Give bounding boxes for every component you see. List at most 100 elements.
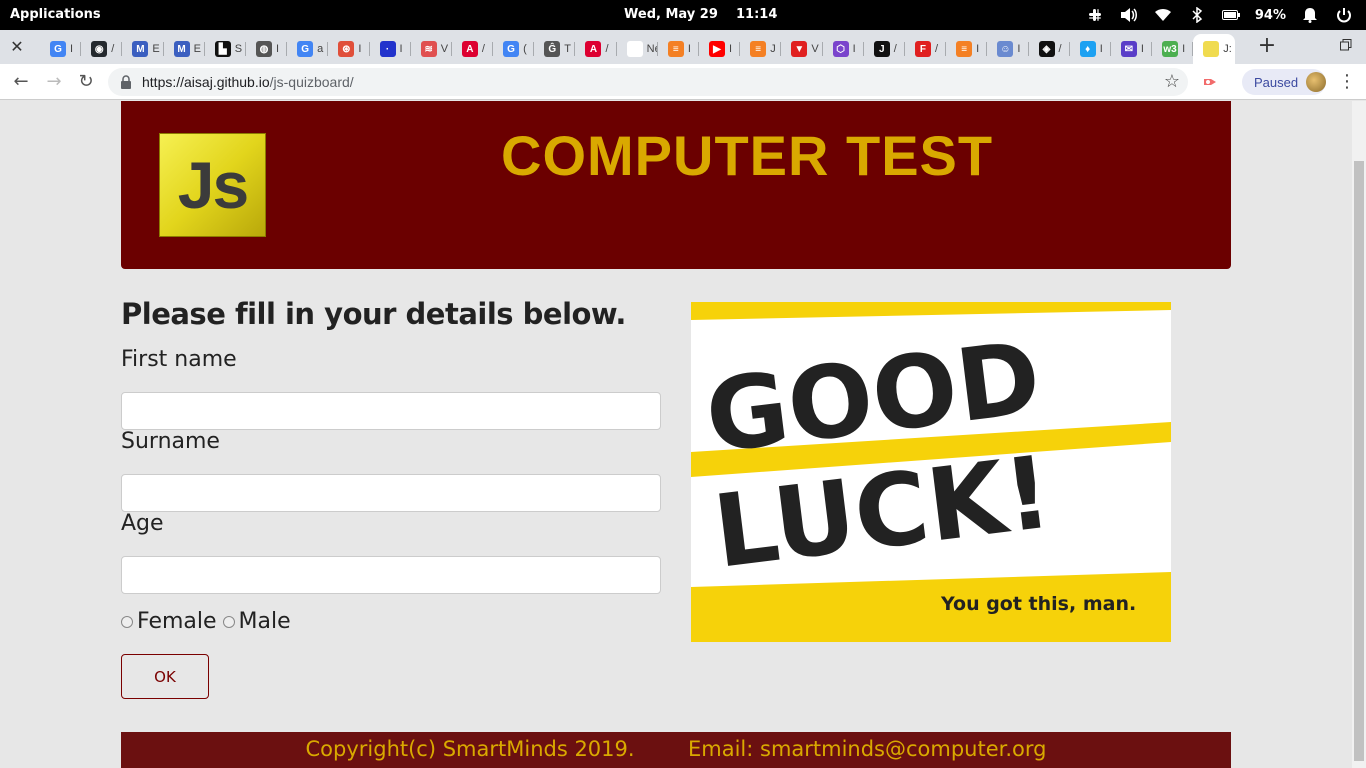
bluetooth-icon[interactable]: [1187, 5, 1207, 25]
logo-text: Js: [177, 148, 249, 222]
browser-tab[interactable]: Ga: [287, 34, 329, 64]
browser-tab[interactable]: ◍ I: [246, 34, 288, 64]
tab-title: J: [770, 43, 776, 55]
good-luck-image: GOOD LUCK! You got this, man.: [691, 302, 1171, 642]
slack-icon[interactable]: [1085, 5, 1105, 25]
footer-copyright: Copyright(c) SmartMinds 2019.: [305, 737, 635, 761]
browser-tab[interactable]: ≡ I: [658, 34, 699, 64]
site-footer: Copyright(c) SmartMinds 2019. Email: sma…: [121, 732, 1231, 768]
tab-title: I: [1182, 43, 1186, 55]
browser-tab[interactable]: ME: [164, 34, 205, 64]
tab-title: (: [523, 43, 527, 55]
reload-button[interactable]: ↻: [75, 71, 97, 93]
browser-tab[interactable]: ▼ V: [781, 34, 823, 64]
restore-window-icon[interactable]: [1340, 39, 1354, 53]
tab-title: E: [193, 43, 201, 55]
url-text: https://aisaj.github.io/js-quizboard/: [142, 74, 354, 90]
system-top-bar: Applications Wed, May 29 11:14 94%: [0, 0, 1366, 30]
female-radio[interactable]: [121, 615, 133, 628]
w3-icon: w3: [1162, 41, 1179, 57]
j-icon: J: [873, 41, 890, 57]
browser-tab[interactable]: G(: [493, 34, 535, 64]
browser-tab[interactable]: A /: [575, 34, 617, 64]
surname-input[interactable]: [121, 474, 661, 512]
browser-tab[interactable]: ĜT: [534, 34, 576, 64]
browser-tab[interactable]: ≋ V: [411, 34, 452, 64]
bank-icon: ▙: [214, 41, 231, 57]
tab-title: /: [481, 43, 485, 55]
codepen-icon: ◈: [1038, 41, 1055, 57]
tab-title: /: [893, 43, 897, 55]
browser-tab[interactable]: ME: [122, 34, 164, 64]
male-label: Male: [238, 609, 291, 634]
js-icon: [1203, 41, 1220, 57]
stackoverflow-icon: ≡: [956, 41, 973, 57]
notification-bell-icon[interactable]: [1300, 5, 1320, 25]
tab-title: I: [729, 43, 733, 55]
browser-tab[interactable]: ♦ I: [1070, 34, 1111, 64]
url-host: https://aisaj.github.io: [142, 74, 270, 90]
tab-title: /: [111, 43, 115, 55]
stackoverflow-icon: ≡: [667, 41, 684, 57]
browser-tab[interactable]: A /: [452, 34, 494, 64]
browser-tab[interactable]: ☺ I: [987, 34, 1029, 64]
browser-tab[interactable]: ◈ /: [1029, 34, 1070, 64]
github-icon: ◉: [91, 41, 108, 57]
tab-title: /: [605, 43, 609, 55]
browser-tab[interactable]: ▶ I: [699, 34, 741, 64]
browser-tab[interactable]: GI: [40, 34, 82, 64]
hexagon-icon: ⬡: [832, 41, 849, 57]
browser-tab[interactable]: F /: [905, 34, 947, 64]
browser-tab[interactable]: ≡ J: [740, 34, 782, 64]
bird-icon: ♦: [1079, 41, 1096, 57]
browser-tab[interactable]: w3 I: [1152, 34, 1194, 64]
footer-email[interactable]: Email: smartminds@computer.org: [688, 737, 1047, 761]
wifi-icon[interactable]: [1153, 5, 1173, 25]
forward-button[interactable]: →: [43, 71, 65, 93]
browser-tab[interactable]: ◉ /: [81, 34, 123, 64]
browser-tab[interactable]: ⬡ I: [823, 34, 864, 64]
battery-icon[interactable]: [1221, 5, 1241, 25]
browser-tab[interactable]: J /: [864, 34, 905, 64]
tab-title: I: [976, 43, 980, 55]
browser-tab-strip: ✕ GI◉/MEME▙S◍IGa⊛I·I≋VA/G(ĜTA/New≡I▶I≡J▼…: [0, 30, 1366, 64]
address-bar[interactable]: https://aisaj.github.io/js-quizboard/ ☆: [108, 68, 1188, 96]
male-radio[interactable]: [222, 615, 235, 628]
volume-icon[interactable]: [1119, 5, 1139, 25]
browser-tab[interactable]: New: [617, 34, 658, 64]
page-title: COMPUTER TEST: [501, 124, 994, 187]
browser-tab[interactable]: ⊛ I: [328, 34, 370, 64]
extension-icon[interactable]: [1202, 74, 1218, 90]
browser-tab[interactable]: ≡ I: [946, 34, 988, 64]
browser-toolbar: ← → ↻ https://aisaj.github.io/js-quizboa…: [0, 64, 1366, 100]
tab-title: I: [687, 43, 691, 55]
bookmark-star-icon[interactable]: ☆: [1164, 71, 1180, 92]
first-name-input[interactable]: [121, 392, 661, 430]
tab-title: I: [399, 43, 403, 55]
chat-icon: ✉: [1120, 41, 1137, 57]
power-icon[interactable]: [1334, 5, 1354, 25]
age-input[interactable]: [121, 556, 661, 594]
browser-tab[interactable]: ▙ S: [205, 34, 246, 64]
clock-date: Wed, May 29: [624, 7, 718, 22]
ok-button[interactable]: OK: [121, 654, 209, 699]
applications-menu[interactable]: Applications: [10, 7, 101, 22]
f-icon: F: [914, 41, 931, 57]
system-clock[interactable]: Wed, May 29 11:14: [624, 7, 777, 22]
page-scrollbar[interactable]: [1352, 101, 1366, 768]
browser-tab[interactable]: · I: [370, 34, 411, 64]
youtube-icon: ▶: [709, 41, 725, 57]
browser-tab[interactable]: J:✕: [1193, 34, 1236, 64]
lock-icon[interactable]: [120, 74, 132, 89]
browser-menu-icon[interactable]: ⋮: [1338, 72, 1356, 92]
scrollbar-thumb[interactable]: [1354, 161, 1364, 761]
back-button[interactable]: ←: [10, 71, 32, 93]
browser-tab[interactable]: ✉ I: [1111, 34, 1153, 64]
mdb-icon: M: [132, 41, 149, 57]
new-tab-button[interactable]: +: [1256, 35, 1278, 58]
clock-time: 11:14: [735, 7, 778, 22]
tab-title: /: [934, 43, 938, 55]
cat-icon: ☺: [997, 41, 1014, 57]
close-window-icon[interactable]: ✕: [8, 38, 26, 56]
profile-button[interactable]: Paused: [1242, 69, 1326, 95]
